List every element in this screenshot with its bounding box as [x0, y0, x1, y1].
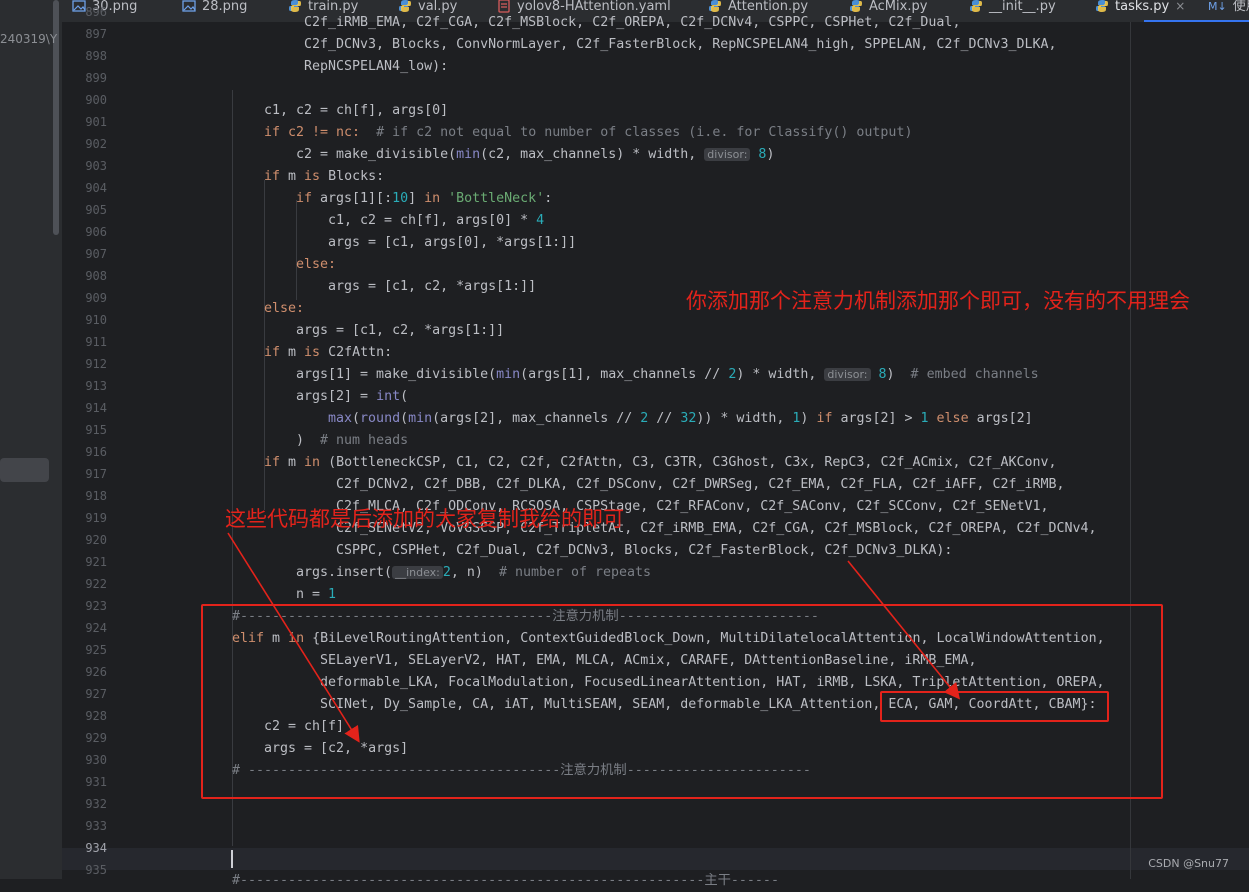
- annotation-arrow-right: [847, 560, 961, 700]
- annotation-arrow-left: [227, 532, 360, 743]
- annotation-arrows: [227, 532, 961, 743]
- watermark: CSDN @Snu77: [1148, 857, 1229, 870]
